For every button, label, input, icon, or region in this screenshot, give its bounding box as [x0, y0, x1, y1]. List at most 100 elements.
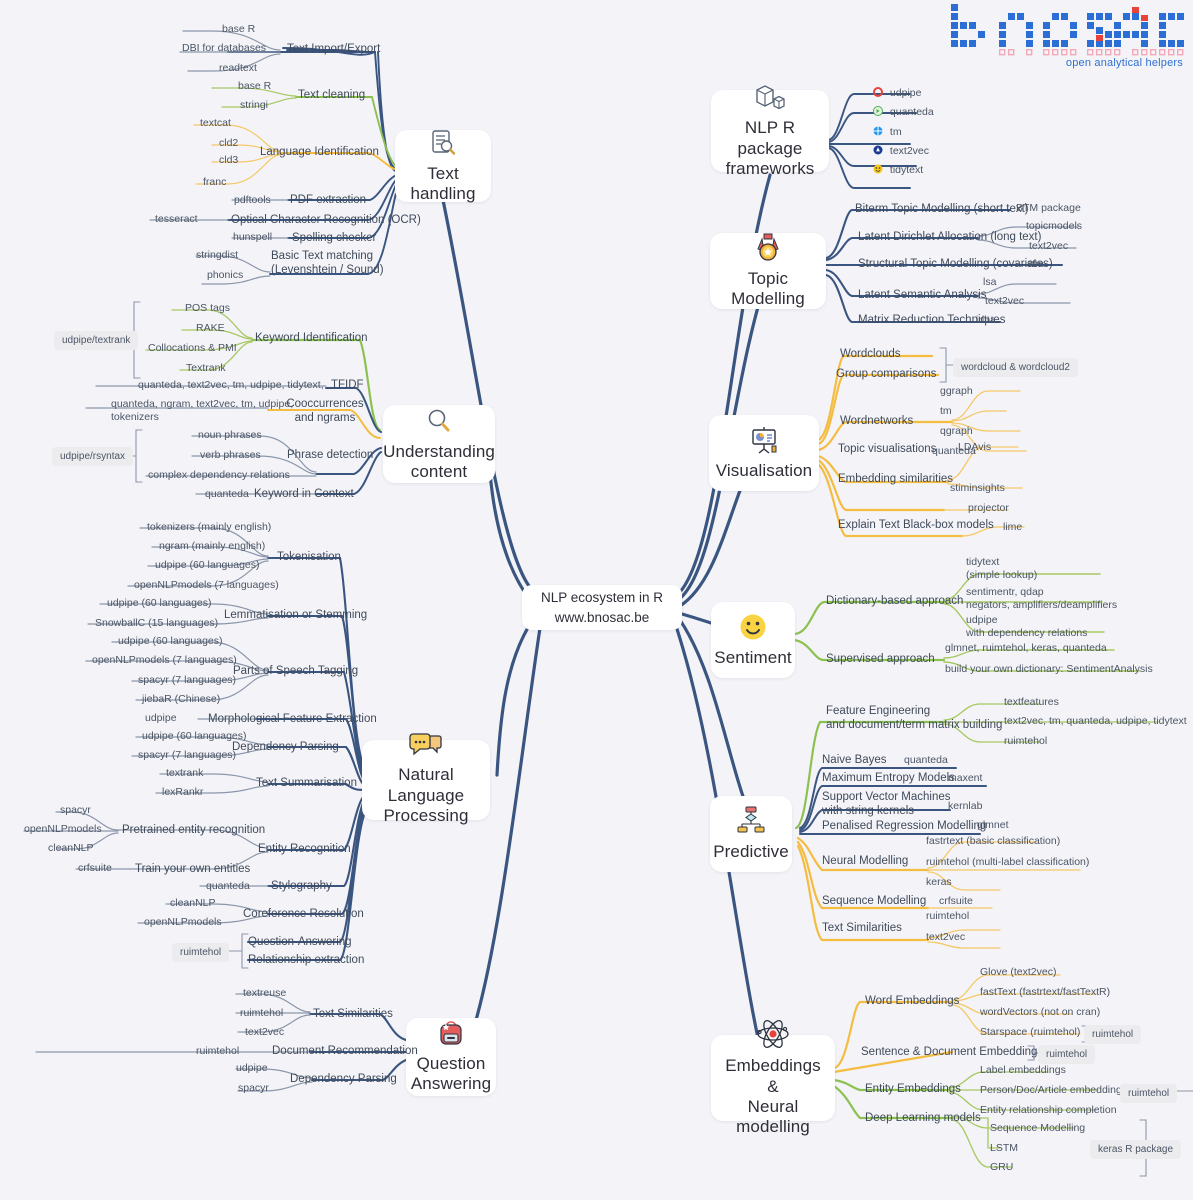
leaf-gru[interactable]: GRU: [990, 1161, 1013, 1174]
topic-naive-bayes[interactable]: Naive Bayes: [822, 753, 887, 767]
leaf-textrank-sum[interactable]: textrank: [166, 767, 203, 780]
leaf-udpipe-dep[interactable]: udpipe (60 languages): [142, 730, 247, 743]
leaf-cld2[interactable]: cld2: [219, 137, 238, 150]
leaf-text2vec-lsa[interactable]: text2vec: [985, 295, 1024, 308]
topic-word-embeddings[interactable]: Word Embeddings: [865, 994, 959, 1008]
topic-maximum-entropy[interactable]: Maximum Entropy Models: [822, 771, 955, 785]
topic-group-comparisons[interactable]: Group comparisons: [836, 367, 936, 381]
leaf-wordvectors[interactable]: wordVectors (not on cran): [980, 1006, 1100, 1019]
badge-keras-package[interactable]: keras R package: [1090, 1140, 1182, 1159]
topic-question-answering-nlp[interactable]: Question-Answering: [248, 935, 352, 949]
topic-penalised-regression[interactable]: Penalised Regression Modelling: [822, 819, 986, 833]
leaf-maxent[interactable]: maxent: [948, 772, 982, 785]
leaf-tfidf-packages[interactable]: quanteda, text2vec, tm, udpipe, tidytext…: [138, 379, 335, 392]
leaf-qgraph[interactable]: qgraph: [940, 425, 973, 438]
leaf-text2vec-ts[interactable]: text2vec: [926, 931, 965, 944]
leaf-cleannlp-coref[interactable]: cleanNLP: [170, 897, 216, 910]
leaf-kernlab[interactable]: kernlab: [948, 800, 982, 813]
leaf-lsa[interactable]: lsa: [983, 276, 996, 289]
leaf-udpipe-tok[interactable]: udpipe (60 languages): [155, 559, 260, 572]
leaf-ldavis[interactable]: LDAvis: [958, 441, 991, 454]
leaf-udpipe-lem[interactable]: udpipe (60 languages): [107, 597, 212, 610]
topic-pos-tagging[interactable]: Parts of Speech Tagging: [233, 664, 358, 678]
leaf-udpipe-qa[interactable]: udpipe: [236, 1062, 268, 1075]
topic-dependency-parsing-qa[interactable]: Dependency Parsing: [290, 1072, 397, 1086]
leaf-crfsuite-pred[interactable]: crfsuite: [939, 895, 973, 908]
topic-entity-embeddings[interactable]: Entity Embeddings: [865, 1082, 961, 1096]
topic-ocr[interactable]: Optical Character Recognition (OCR): [231, 213, 421, 227]
topic-sentence-document-embeddings[interactable]: Sentence & Document Embeddings: [861, 1045, 1043, 1059]
topic-text-similarities-qa[interactable]: Text Similarities: [313, 1007, 393, 1021]
badge-ruimtehol-sd[interactable]: ruimtehol: [1038, 1045, 1096, 1064]
leaf-cld3[interactable]: cld3: [219, 154, 238, 167]
central-node[interactable]: NLP ecosystem in R www.bnosac.be: [522, 585, 682, 630]
branch-embeddings-neural-modelling[interactable]: Embeddings & Neural modelling: [711, 1020, 835, 1136]
topic-supervised-approach[interactable]: Supervised approach: [826, 652, 935, 666]
leaf-phonics[interactable]: phonics: [207, 269, 243, 282]
leaf-verb-phrases[interactable]: verb phrases: [200, 449, 261, 462]
leaf-stm[interactable]: stm: [1027, 258, 1044, 271]
leaf-rake[interactable]: RAKE: [196, 322, 225, 335]
leaf-text2vec-framework[interactable]: text2vec: [873, 145, 929, 158]
topic-document-recommendation[interactable]: Document Recommendation: [272, 1044, 418, 1058]
topic-wordclouds[interactable]: Wordclouds: [840, 347, 901, 361]
leaf-sequence-modelling-dl[interactable]: Sequence Modelling: [990, 1122, 1085, 1135]
topic-keyword-in-context[interactable]: Keyword in Context: [254, 487, 354, 501]
leaf-lstm[interactable]: LSTM: [990, 1142, 1018, 1155]
leaf-stringdist[interactable]: stringdist: [196, 249, 238, 262]
leaf-label-embeddings[interactable]: Label embeddings: [980, 1064, 1066, 1077]
badge-udpipe-rsyntax[interactable]: udpipe/rsyntax: [52, 447, 134, 466]
leaf-tesseract[interactable]: tesseract: [155, 213, 198, 226]
leaf-tidytext-framework[interactable]: tidytext: [873, 164, 923, 177]
topic-basic-text-matching[interactable]: Basic Text matching (Levenshtein / Sound…: [271, 249, 384, 278]
leaf-tidytext-sentiment[interactable]: tidytext (simple lookup): [966, 556, 1037, 582]
leaf-dtm-packages[interactable]: text2vec, tm, quanteda, udpipe, tidytext: [1004, 715, 1187, 728]
leaf-tm-framework[interactable]: tm: [873, 126, 902, 139]
leaf-text2vec-qa[interactable]: text2vec: [245, 1026, 284, 1039]
leaf-cleannlp-ent[interactable]: cleanNLP: [48, 842, 94, 855]
leaf-fasttext[interactable]: fastText (fastrtext/fastTextR): [980, 986, 1110, 999]
topic-lsa[interactable]: Latent Semantic Analysis: [858, 288, 987, 302]
topic-stylography[interactable]: Stylography: [271, 879, 332, 893]
leaf-spacyr-pos[interactable]: spacyr (7 languages): [138, 674, 236, 687]
leaf-udpipe-pos[interactable]: udpipe (60 languages): [118, 635, 223, 648]
leaf-glmnet[interactable]: glmnet: [977, 819, 1009, 832]
topic-phrase-detection[interactable]: Phrase detection: [287, 448, 373, 462]
leaf-textfeatures[interactable]: textfeatures: [1004, 696, 1059, 709]
leaf-sentimentr-qdap[interactable]: sentimentr, qdap negators, amplifiers/de…: [966, 586, 1117, 612]
leaf-base-r-2[interactable]: base R: [238, 80, 271, 93]
topic-entity-recognition[interactable]: Entity Recognition: [258, 842, 351, 856]
leaf-spacyr-ent[interactable]: spacyr: [60, 804, 91, 817]
topic-tokenisation[interactable]: Tokenisation: [277, 550, 341, 564]
topic-language-identification[interactable]: Language Identification: [260, 145, 379, 159]
leaf-jiebar[interactable]: jiebaR (Chinese): [142, 693, 220, 706]
leaf-entity-relationship-completion[interactable]: Entity relationship completion: [980, 1104, 1117, 1117]
leaf-btm[interactable]: BTM package: [1016, 202, 1081, 215]
leaf-text2vec-lda[interactable]: text2vec: [1029, 240, 1068, 253]
leaf-irlba[interactable]: irlba: [976, 314, 996, 327]
topic-biterm[interactable]: Biterm Topic Modelling (short text): [855, 202, 1029, 216]
topic-keyword-identification[interactable]: Keyword Identification: [255, 331, 368, 345]
leaf-textreuse[interactable]: textreuse: [243, 987, 286, 1000]
topic-lda[interactable]: Latent Dirichlet Allocation (long text): [858, 230, 1041, 244]
topic-tfidf[interactable]: TFIDF: [331, 378, 364, 392]
leaf-udpipe-framework[interactable]: udpipe: [873, 87, 921, 100]
leaf-starspace[interactable]: Starspace (ruimtehol): [980, 1026, 1080, 1039]
leaf-quanteda-sty[interactable]: quanteda: [206, 880, 250, 893]
badge-udpipe-textrank[interactable]: udpipe/textrank: [54, 331, 139, 350]
leaf-opennlpmodels-tok[interactable]: openNLPmodels (7 languages): [134, 579, 279, 592]
topic-neural-modelling[interactable]: Neural Modelling: [822, 854, 908, 868]
topic-text-similarities-pred[interactable]: Text Similarities: [822, 921, 902, 935]
leaf-franc[interactable]: franc: [203, 176, 226, 189]
topic-embedding-similarities[interactable]: Embedding similarities: [838, 472, 953, 486]
leaf-quanteda-framework[interactable]: quanteda: [873, 106, 934, 119]
leaf-opennlpmodels-coref[interactable]: openNLPmodels: [144, 916, 222, 929]
branch-text-handling[interactable]: Text handling: [395, 129, 491, 203]
branch-predictive[interactable]: Predictive: [710, 796, 792, 872]
leaf-textcat[interactable]: textcat: [200, 117, 231, 130]
leaf-textrank[interactable]: Textrank: [186, 362, 226, 375]
topic-text-cleaning[interactable]: Text cleaning: [298, 88, 365, 102]
leaf-opennlpmodels-pos[interactable]: openNLPmodels (7 languages): [92, 654, 237, 667]
leaf-crfsuite-ent[interactable]: crfsuite: [78, 862, 112, 875]
topic-topic-visualisations[interactable]: Topic visualisations: [838, 442, 936, 456]
